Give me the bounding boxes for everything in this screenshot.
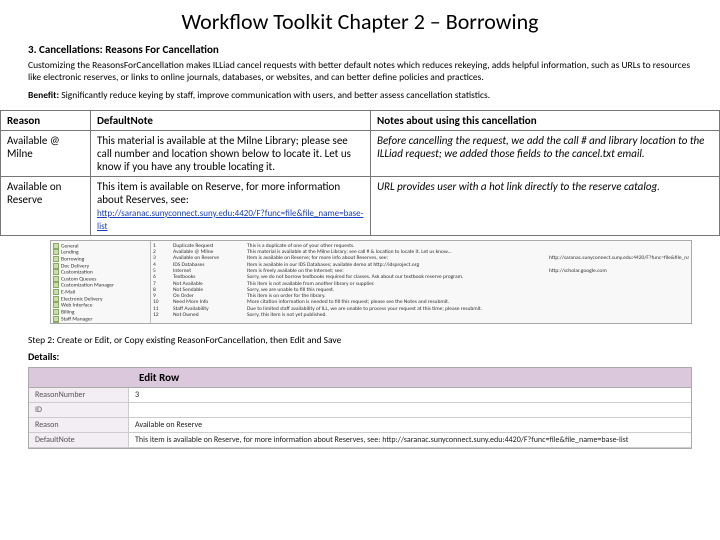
table-row: Available @ MilneThis material is availa… xyxy=(1,130,720,176)
benefit-line: Benefit: Significantly reduce keying by … xyxy=(0,88,720,108)
edit-field-row: ReasonAvailable on Reserve xyxy=(29,418,691,433)
field-label: DefaultNote xyxy=(29,433,129,447)
folder-icon xyxy=(53,302,59,308)
table-row: Available on ReserveThis item is availab… xyxy=(1,176,720,235)
folder-icon xyxy=(53,276,59,282)
reasons-list-screenshot: GeneralLendingBorrowingDoc DeliveryCusto… xyxy=(50,240,692,324)
cell-defaultnote: This material is available at the Milne … xyxy=(91,130,371,176)
benefit-text: Significantly reduce keying by staff, im… xyxy=(59,89,490,101)
field-label: ID xyxy=(29,403,129,417)
step2-line: Step 2: Create or Edit, or Copy existing… xyxy=(0,328,720,348)
folder-icon xyxy=(53,289,59,295)
cancellation-table: Reason DefaultNote Notes about using thi… xyxy=(0,110,720,236)
list-row[interactable]: 12Not OwnedSorry, this item is not yet p… xyxy=(153,312,689,318)
cell-reason: Available on Reserve xyxy=(1,176,91,235)
col-notes: Notes about using this cancellation xyxy=(371,110,720,130)
nav-item[interactable]: Electronic Delivery xyxy=(53,296,148,303)
edit-row-screenshot: Edit Row ReasonNumber3IDReasonAvailable … xyxy=(28,367,692,449)
edit-field-row: ID xyxy=(29,403,691,418)
url-link[interactable]: http://saranac.sunyconnect.suny.edu:4420… xyxy=(97,208,363,232)
section-body: Customizing the ReasonsForCancellation m… xyxy=(0,60,720,88)
nav-item[interactable]: E-Mail xyxy=(53,289,148,296)
details-label: Details: xyxy=(0,348,720,365)
nav-item[interactable]: Lending xyxy=(53,249,148,256)
folder-icon xyxy=(53,316,59,322)
edit-row-title: Edit Row xyxy=(29,368,691,388)
nav-item[interactable]: Billing xyxy=(53,309,148,316)
folder-icon xyxy=(53,243,59,249)
folder-icon xyxy=(53,269,59,275)
cell-reason: Available @ Milne xyxy=(1,130,91,176)
field-value[interactable] xyxy=(129,403,691,417)
slide-title: Workflow Toolkit Chapter 2 – Borrowing xyxy=(0,0,720,41)
nav-item[interactable]: Borrowing xyxy=(53,256,148,263)
cell-defaultnote: This item is available on Reserve, for m… xyxy=(91,176,371,235)
col-reason: Reason xyxy=(1,110,91,130)
nav-item[interactable]: Customization Manager xyxy=(53,282,148,289)
folder-icon xyxy=(53,249,59,255)
nav-item[interactable]: General xyxy=(53,243,148,250)
folder-icon xyxy=(53,263,59,269)
nav-item[interactable]: Addresses xyxy=(53,322,148,324)
edit-field-row: DefaultNoteThis item is available on Res… xyxy=(29,433,691,448)
cell-notes: URL provides user with a hot link direct… xyxy=(371,176,720,235)
field-label: ReasonNumber xyxy=(29,388,129,402)
benefit-label: Benefit: xyxy=(28,89,59,101)
folder-icon xyxy=(53,256,59,262)
nav-item[interactable]: Web Interface xyxy=(53,302,148,309)
folder-icon xyxy=(53,282,59,288)
folder-icon xyxy=(53,309,59,315)
nav-item[interactable]: Doc Delivery xyxy=(53,263,148,270)
folder-icon xyxy=(53,296,59,302)
nav-item[interactable]: Custom Queues xyxy=(53,276,148,283)
field-label: Reason xyxy=(29,418,129,432)
section-heading: 3. Cancellations: Reasons For Cancellati… xyxy=(0,41,720,60)
field-value[interactable]: Available on Reserve xyxy=(129,418,691,432)
edit-field-row: ReasonNumber3 xyxy=(29,388,691,403)
col-defaultnote: DefaultNote xyxy=(91,110,371,130)
nav-item[interactable]: Customization xyxy=(53,269,148,276)
field-value[interactable]: 3 xyxy=(129,388,691,402)
nav-item[interactable]: Staff Manager xyxy=(53,316,148,323)
field-value[interactable]: This item is available on Reserve, for m… xyxy=(129,433,691,447)
folder-icon xyxy=(53,322,59,324)
cell-notes: Before cancelling the request, we add th… xyxy=(371,130,720,176)
